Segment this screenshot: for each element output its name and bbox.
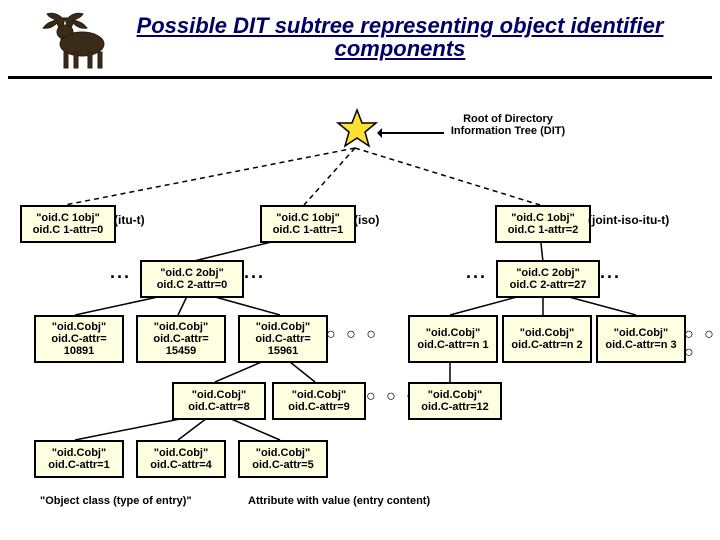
node-c1-1: "oid.C 1obj"oid.C 1-attr=1: [260, 205, 356, 243]
node-c-15961: "oid.Cobj"oid.C-attr= 15961: [238, 315, 328, 363]
slide-title: Possible DIT subtree representing object…: [80, 14, 720, 60]
node-c1-0: "oid.C 1obj"oid.C 1-attr=0: [20, 205, 116, 243]
node-c-15459: "oid.Cobj"oid.C-attr= 15459: [136, 315, 226, 363]
node-c-n3: "oid.Cobj"oid.C-attr=n 3: [596, 315, 686, 363]
node-c-12: "oid.Cobj"oid.C-attr=12: [408, 382, 502, 420]
ellipsis-icon: ○ ○ ○: [684, 326, 720, 362]
node-c1-2: "oid.C 1obj"oid.C 1-attr=2: [495, 205, 591, 243]
node-c-n1: "oid.Cobj"oid.C-attr=n 1: [408, 315, 498, 363]
legend-attr: Attribute with value (entry content): [248, 495, 430, 507]
moose-icon: [28, 12, 116, 77]
root-label: Root of Directory Information Tree (DIT): [448, 113, 568, 137]
ellipsis-icon: ○ ○ ○: [326, 326, 379, 344]
legend-class: "Object class (type of entry)": [40, 495, 192, 507]
ellipsis-icon: ...: [466, 262, 487, 283]
node-c-8: "oid.Cobj"oid.C-attr=8: [172, 382, 266, 420]
node-c2-0: "oid.C 2obj"oid.C 2-attr=0: [140, 260, 244, 298]
node-c-9: "oid.Cobj"oid.C-attr=9: [272, 382, 366, 420]
ellipsis-icon: ...: [600, 262, 621, 283]
node-c-5: "oid.Cobj"oid.C-attr=5: [238, 440, 328, 478]
node-c1-2-side: (joint-iso-itu-t): [588, 213, 669, 227]
node-c1-1-side: (iso): [354, 213, 379, 227]
root-arrow-icon: [378, 132, 444, 134]
node-c2-27: "oid.C 2obj"oid.C 2-attr=27: [496, 260, 600, 298]
node-c-4: "oid.Cobj"oid.C-attr=4: [136, 440, 226, 478]
ellipsis-icon: ...: [244, 262, 265, 283]
node-c-10891: "oid.Cobj"oid.C-attr= 10891: [34, 315, 124, 363]
ellipsis-icon: ...: [110, 262, 131, 283]
node-c-1: "oid.Cobj"oid.C-attr=1: [34, 440, 124, 478]
node-c1-0-side: (itu-t): [114, 213, 145, 227]
node-c-n2: "oid.Cobj"oid.C-attr=n 2: [502, 315, 592, 363]
